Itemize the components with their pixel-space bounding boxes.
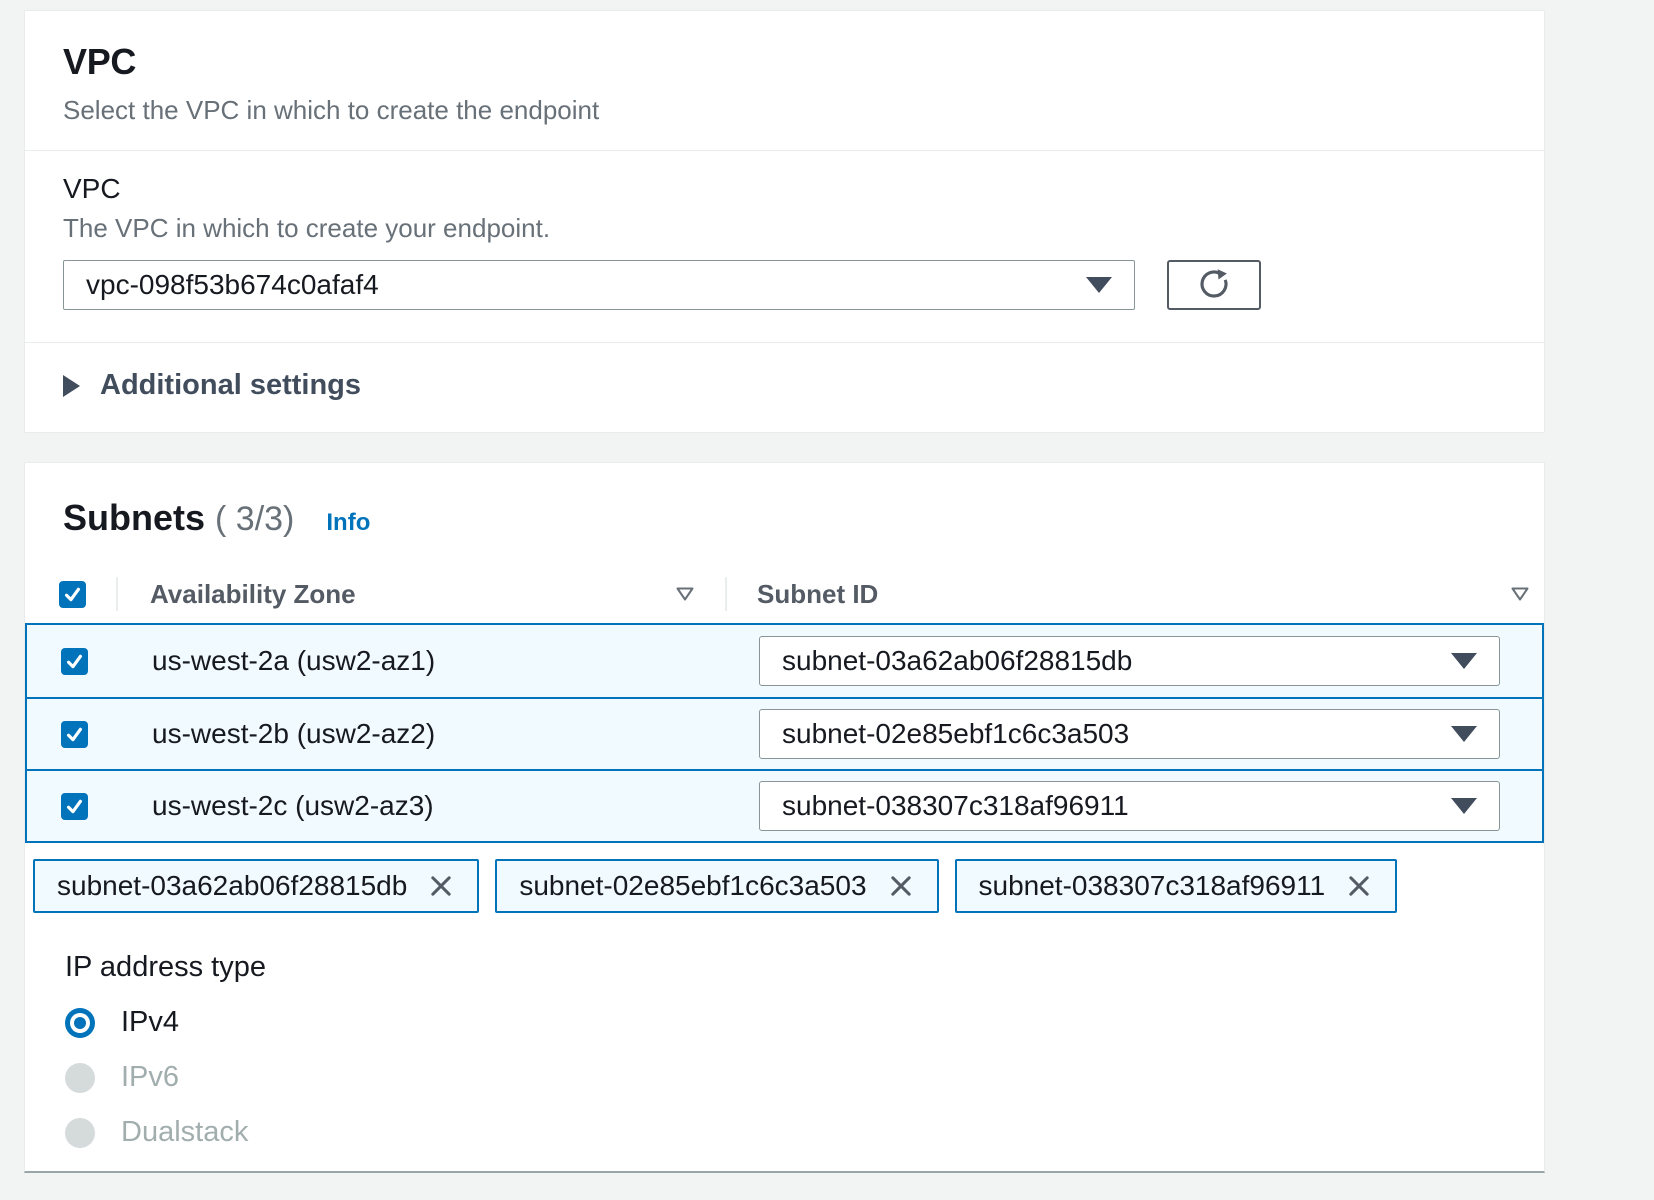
radio-label: IPv4 [121, 1006, 179, 1039]
radio-option-dualstack: Dualstack [65, 1116, 1544, 1149]
subnet-select[interactable]: subnet-02e85ebf1c6c3a503 [759, 709, 1500, 759]
table-row: us-west-2c (usw2-az3) subnet-038307c318a… [27, 769, 1542, 841]
vpc-panel-header: VPC Select the VPC in which to create th… [25, 11, 1544, 151]
close-icon [1345, 872, 1373, 900]
row-checkbox[interactable] [61, 793, 88, 820]
ip-address-type-label: IP address type [65, 951, 1544, 984]
expand-triangle-icon [63, 375, 80, 397]
table-row: us-west-2a (usw2-az1) subnet-03a62ab06f2… [27, 625, 1542, 697]
refresh-button[interactable] [1167, 260, 1261, 310]
availability-zone-label: us-west-2a (usw2-az1) [152, 645, 699, 677]
table-row: us-west-2b (usw2-az2) subnet-02e85ebf1c6… [27, 697, 1542, 769]
checkmark-icon [65, 797, 84, 816]
close-icon [427, 872, 455, 900]
column-header-subnet-id: Subnet ID [757, 579, 878, 610]
dismiss-token-button[interactable] [1345, 872, 1373, 900]
close-icon [887, 872, 915, 900]
refresh-icon [1196, 266, 1232, 305]
vpc-select-value: vpc-098f53b674c0afaf4 [86, 269, 379, 301]
radio-button-selected[interactable] [65, 1008, 95, 1038]
token-label: subnet-02e85ebf1c6c3a503 [519, 870, 866, 902]
token-chip: subnet-038307c318af96911 [955, 859, 1398, 913]
vpc-field-group: VPC The VPC in which to create your endp… [25, 151, 1544, 310]
row-checkbox[interactable] [61, 648, 88, 675]
info-link[interactable]: Info [326, 509, 370, 537]
subnets-title: Subnets [63, 497, 205, 539]
subnet-table-rows: us-west-2a (usw2-az1) subnet-03a62ab06f2… [25, 623, 1544, 843]
subnet-select[interactable]: subnet-03a62ab06f28815db [759, 636, 1500, 686]
chevron-down-icon [1451, 653, 1477, 669]
additional-settings-label: Additional settings [100, 369, 361, 402]
subnet-select-value: subnet-02e85ebf1c6c3a503 [782, 718, 1129, 750]
availability-zone-label: us-west-2b (usw2-az2) [152, 718, 699, 750]
radio-label: Dualstack [121, 1116, 248, 1149]
checkmark-icon [63, 585, 82, 604]
column-header-availability-zone: Availability Zone [150, 579, 356, 610]
selected-subnet-tokens: subnet-03a62ab06f28815db subnet-02e85ebf… [33, 859, 1544, 913]
subnets-count: ( 3/3) [215, 500, 294, 539]
sort-icon-availability-zone[interactable] [675, 586, 695, 602]
subnets-panel-header: Subnets ( 3/3) Info [25, 463, 1544, 565]
vpc-panel-title: VPC [63, 41, 1506, 83]
chevron-down-icon [1451, 798, 1477, 814]
chevron-down-icon [1086, 277, 1112, 293]
dismiss-token-button[interactable] [887, 872, 915, 900]
subnet-select-value: subnet-038307c318af96911 [782, 790, 1129, 822]
radio-button-disabled [65, 1063, 95, 1093]
ip-address-type-group: IP address type IPv4 IPv6 Dualstack [65, 951, 1544, 1149]
checkmark-icon [65, 652, 84, 671]
row-checkbox[interactable] [61, 721, 88, 748]
select-all-checkbox[interactable] [59, 581, 86, 608]
vpc-field-label: VPC [63, 173, 1506, 205]
token-label: subnet-03a62ab06f28815db [57, 870, 407, 902]
vpc-panel-subtitle: Select the VPC in which to create the en… [63, 95, 1506, 126]
radio-option-ipv6: IPv6 [65, 1061, 1544, 1094]
sort-icon-subnet-id[interactable] [1510, 586, 1530, 602]
vpc-select[interactable]: vpc-098f53b674c0afaf4 [63, 260, 1135, 310]
token-chip: subnet-02e85ebf1c6c3a503 [495, 859, 938, 913]
availability-zone-label: us-west-2c (usw2-az3) [152, 790, 699, 822]
checkmark-icon [65, 725, 84, 744]
vpc-field-description: The VPC in which to create your endpoint… [63, 213, 1506, 244]
radio-label: IPv6 [121, 1061, 179, 1094]
radio-option-ipv4[interactable]: IPv4 [65, 1006, 1544, 1039]
chevron-down-icon [1451, 726, 1477, 742]
dismiss-token-button[interactable] [427, 872, 455, 900]
additional-settings-expander[interactable]: Additional settings [25, 342, 1544, 432]
header-divider [725, 577, 727, 611]
subnet-select-value: subnet-03a62ab06f28815db [782, 645, 1132, 677]
subnets-panel: Subnets ( 3/3) Info Availability Zone Su… [24, 462, 1545, 1173]
token-chip: subnet-03a62ab06f28815db [33, 859, 479, 913]
radio-button-disabled [65, 1118, 95, 1148]
subnet-select[interactable]: subnet-038307c318af96911 [759, 781, 1500, 831]
table-header-row: Availability Zone Subnet ID [25, 565, 1544, 623]
vpc-panel: VPC Select the VPC in which to create th… [24, 10, 1545, 433]
header-divider [116, 577, 118, 611]
token-label: subnet-038307c318af96911 [979, 870, 1326, 902]
